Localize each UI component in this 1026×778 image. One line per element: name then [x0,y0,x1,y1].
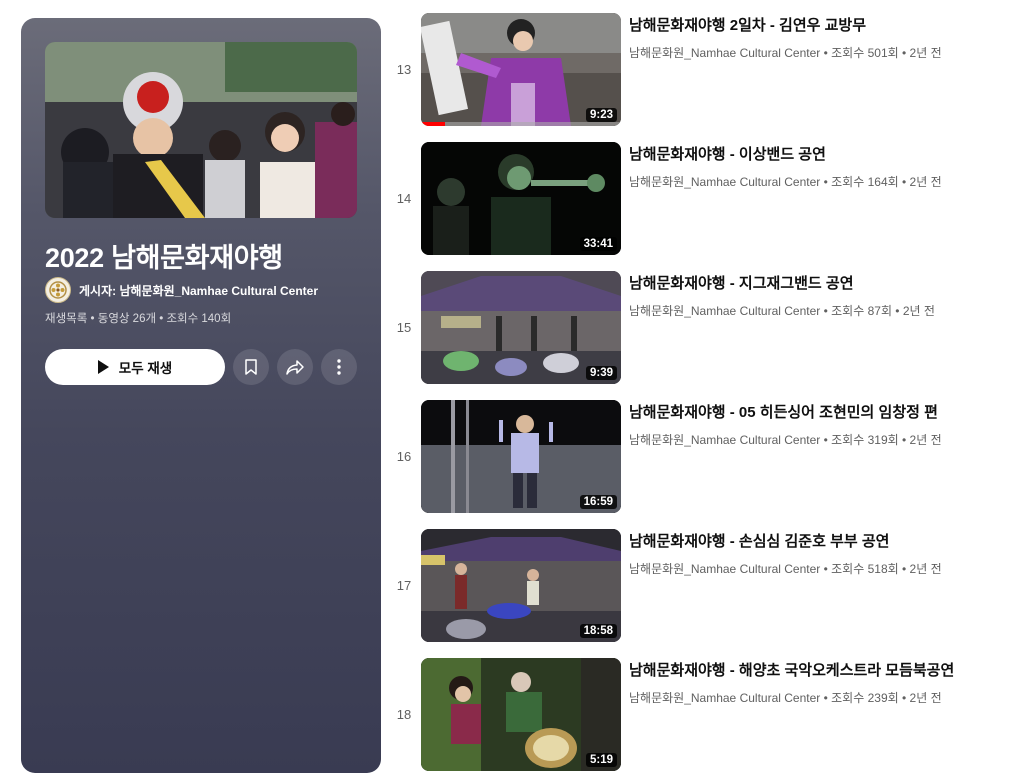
playlist-owner[interactable]: 게시자: 남해문화원_Namhae Cultural Center [45,277,318,303]
playlist-meta: 재생목록 • 동영상 26개 • 조회수 140회 [45,313,232,325]
share-button[interactable] [277,349,313,385]
video-meta: 남해문화원_Namhae Cultural Center • 조회수 319회 … [629,433,942,447]
video-row[interactable]: 16 16:59 남해문화재야행 - 05 히든싱어 조현민의 임창정 편 남해… [393,400,1013,514]
video-thumbnail[interactable]: 9:23 [421,13,621,126]
video-meta: 남해문화원_Namhae Cultural Center • 조회수 518회 … [629,562,942,576]
video-row[interactable]: 18 5:19 남해문화재야행 - 해양초 국악오케스트라 모듬북공연 남해문화… [393,658,1013,772]
video-duration: 16:59 [579,495,617,509]
video-duration: 18:58 [579,624,617,638]
more-vert-icon [337,359,341,375]
playlist-thumbnail[interactable] [45,42,357,218]
play-all-button[interactable]: 모두 재생 [45,349,225,385]
video-duration: 5:19 [585,753,617,767]
video-title[interactable]: 남해문화재야행 - 해양초 국악오케스트라 모듬북공연 [629,659,1009,680]
play-icon [97,360,109,374]
bookmark-icon [245,359,257,375]
video-index: 13 [396,62,412,77]
video-duration: 9:39 [585,366,617,380]
video-meta: 남해문화원_Namhae Cultural Center • 조회수 164회 … [629,175,942,189]
video-title[interactable]: 남해문화재야행 - 이상밴드 공연 [629,143,1009,164]
video-thumbnail[interactable]: 33:41 [421,142,621,255]
video-title[interactable]: 남해문화재야행 - 05 히든싱어 조현민의 임창정 편 [629,401,1009,422]
video-title[interactable]: 남해문화재야행 - 지그재그밴드 공연 [629,272,1009,293]
channel-avatar[interactable] [45,277,71,303]
more-actions-button[interactable] [321,349,357,385]
video-thumbnail[interactable]: 9:39 [421,271,621,384]
video-index: 16 [396,449,412,464]
video-title[interactable]: 남해문화재야행 - 손심심 김준호 부부 공연 [629,530,1009,551]
watch-progress-bar [421,122,445,126]
video-index: 15 [396,320,412,335]
video-row[interactable]: 15 9:39 남해문화재야행 - 지그재그밴드 공연 남해문화원_Namhae… [393,271,1013,385]
video-duration: 33:41 [579,237,617,251]
video-title[interactable]: 남해문화재야행 2일차 - 김연우 교방무 [629,14,1009,35]
video-thumbnail[interactable]: 18:58 [421,529,621,642]
video-thumbnail[interactable]: 16:59 [421,400,621,513]
video-row[interactable]: 17 18:58 남해문화재야행 - 손심심 김준호 부부 공연 남해문화원_N… [393,529,1013,643]
video-index: 17 [396,578,412,593]
channel-logo-icon [49,281,67,299]
share-icon [286,360,304,375]
owner-label[interactable]: 게시자: 남해문화원_Namhae Cultural Center [79,282,318,299]
video-duration: 9:23 [585,108,617,122]
watch-progress-track [421,122,621,126]
video-index: 14 [396,191,412,206]
video-meta: 남해문화원_Namhae Cultural Center • 조회수 239회 … [629,691,942,705]
video-row[interactable]: 13 9:23 남해문화재야행 2일차 - 김연우 교방무 남해문화원_Namh… [393,13,1013,127]
save-playlist-button[interactable] [233,349,269,385]
video-index: 18 [396,707,412,722]
video-meta: 남해문화원_Namhae Cultural Center • 조회수 501회 … [629,46,942,60]
video-row[interactable]: 14 33:41 남해문화재야행 - 이상밴드 공연 남해문화원_Namhae … [393,142,1013,256]
video-thumbnail[interactable]: 5:19 [421,658,621,771]
playlist-title: 2022 남해문화재야행 [45,243,283,273]
playlist-header-panel: 2022 남해문화재야행 게시자: 남해문화원_Namhae Cultural … [21,18,381,773]
video-meta: 남해문화원_Namhae Cultural Center • 조회수 87회 •… [629,304,935,318]
play-all-label: 모두 재생 [118,361,173,376]
